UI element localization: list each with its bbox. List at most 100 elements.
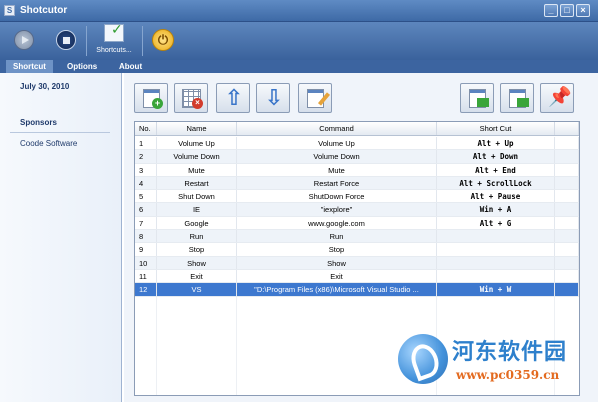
move-up-button[interactable]: ⇧ bbox=[216, 83, 250, 113]
close-button[interactable]: × bbox=[576, 4, 590, 17]
cell-no: 7 bbox=[135, 216, 157, 230]
table-row[interactable]: 8 Run Run bbox=[135, 230, 579, 244]
current-date: July 30, 2010 bbox=[20, 82, 70, 91]
maximize-button[interactable]: □ bbox=[560, 4, 574, 17]
stop-icon[interactable] bbox=[56, 30, 76, 50]
cell-shortcut bbox=[437, 243, 555, 256]
cell-no: 12 bbox=[135, 283, 157, 296]
cell-no: 5 bbox=[135, 190, 157, 203]
cell-empty bbox=[555, 283, 579, 296]
column-header-no[interactable]: No. bbox=[135, 122, 157, 135]
arrow-down-icon: ⇩ bbox=[264, 85, 284, 110]
table-row[interactable]: 3 Mute Mute Alt + End bbox=[135, 163, 579, 177]
pin-icon: 📌 bbox=[548, 87, 572, 108]
arrow-up-icon: ⇧ bbox=[224, 85, 244, 110]
cell-shortcut: Alt + ScrollLock bbox=[437, 176, 555, 190]
import-button[interactable] bbox=[500, 83, 534, 113]
delete-icon: × bbox=[192, 98, 203, 109]
add-icon: + bbox=[152, 98, 163, 109]
cell-empty bbox=[555, 190, 579, 203]
cell-shortcut bbox=[437, 230, 555, 243]
table-row[interactable]: 7 Google www.google.com Alt + G bbox=[135, 216, 579, 231]
sidebar: July 30, 2010 Sponsors Coode Software bbox=[0, 73, 122, 402]
minimize-button[interactable]: _ bbox=[544, 4, 558, 17]
cell-shortcut: Win + W bbox=[437, 283, 555, 296]
tab-bar: Shortcut Options About bbox=[0, 60, 598, 73]
pin-button[interactable]: 📌 bbox=[540, 83, 574, 113]
cell-command: Exit bbox=[237, 269, 437, 283]
tab-about[interactable]: About bbox=[112, 60, 149, 73]
cell-command: Volume Up bbox=[237, 137, 437, 150]
column-header-shortcut[interactable]: Short Cut bbox=[437, 122, 555, 135]
table-row[interactable]: 9 Stop Stop bbox=[135, 243, 579, 257]
tab-options[interactable]: Options bbox=[60, 60, 104, 73]
cell-shortcut: Alt + Up bbox=[437, 137, 555, 150]
shortcuts-icon bbox=[104, 21, 124, 42]
cell-no: 10 bbox=[135, 256, 157, 269]
cell-empty bbox=[555, 243, 579, 256]
cell-command: Run bbox=[237, 230, 437, 243]
cell-shortcut bbox=[437, 256, 555, 269]
app-icon: S bbox=[4, 5, 15, 16]
table-row[interactable]: 5 Shut Down ShutDown Force Alt + Pause bbox=[135, 190, 579, 204]
cell-name: Stop bbox=[157, 243, 237, 256]
cell-shortcut bbox=[437, 269, 555, 283]
cell-empty bbox=[555, 176, 579, 190]
cell-shortcut: Alt + Pause bbox=[437, 190, 555, 203]
cell-command: www.google.com bbox=[237, 216, 437, 230]
table-row[interactable]: 2 Volume Down Volume Down Alt + Down bbox=[135, 150, 579, 164]
table-row[interactable]: 11 Exit Exit bbox=[135, 269, 579, 284]
cell-name: Show bbox=[157, 256, 237, 269]
table-row[interactable]: 10 Show Show bbox=[135, 256, 579, 270]
shortcuts-button[interactable]: Shortcuts... bbox=[94, 21, 134, 58]
cell-command: "D:\Program Files (x86)\Microsoft Visual… bbox=[237, 283, 437, 296]
cell-no: 1 bbox=[135, 137, 157, 150]
table-row[interactable]: 1 Volume Up Volume Up Alt + Up bbox=[135, 137, 579, 151]
export-button[interactable] bbox=[460, 83, 494, 113]
column-header-command[interactable]: Command bbox=[237, 122, 437, 135]
cell-no: 8 bbox=[135, 230, 157, 243]
arrow-left-icon bbox=[517, 98, 529, 107]
cell-command: "iexplore" bbox=[237, 203, 437, 216]
cell-empty bbox=[555, 150, 579, 163]
cell-name: VS bbox=[157, 283, 237, 296]
column-header-name[interactable]: Name bbox=[157, 122, 237, 135]
cell-command: Stop bbox=[237, 243, 437, 256]
toolbar-divider bbox=[86, 26, 87, 56]
watermark-url: www.pc0359.cn bbox=[456, 368, 560, 382]
delete-shortcut-button[interactable]: × bbox=[174, 83, 208, 113]
cell-name: Volume Up bbox=[157, 137, 237, 150]
cell-empty bbox=[555, 137, 579, 150]
cell-no: 11 bbox=[135, 269, 157, 283]
cell-empty bbox=[555, 256, 579, 269]
sponsors-heading: Sponsors bbox=[20, 118, 57, 127]
edit-shortcut-button[interactable] bbox=[298, 83, 332, 113]
cell-command: Volume Down bbox=[237, 150, 437, 163]
cell-name: Run bbox=[157, 230, 237, 243]
cell-name: IE bbox=[157, 203, 237, 216]
sidebar-divider bbox=[10, 132, 110, 133]
power-icon[interactable]: ⏻ bbox=[152, 29, 174, 51]
column-header-empty bbox=[555, 122, 579, 135]
window-title: Shotcutor bbox=[20, 5, 68, 16]
table-row[interactable]: 4 Restart Restart Force Alt + ScrollLock bbox=[135, 176, 579, 191]
cell-name: Restart bbox=[157, 176, 237, 190]
cell-no: 9 bbox=[135, 243, 157, 256]
cell-empty bbox=[555, 163, 579, 176]
watermark: 河东软件园 www.pc0359.cn bbox=[398, 330, 594, 396]
cell-no: 2 bbox=[135, 150, 157, 163]
add-shortcut-button[interactable]: + bbox=[134, 83, 168, 113]
table-row[interactable]: 6 IE "iexplore" Win + A bbox=[135, 203, 579, 217]
table-row[interactable]: 12 VS "D:\Program Files (x86)\Microsoft Vi… bbox=[135, 283, 579, 297]
table-header: No. Name Command Short Cut bbox=[135, 122, 579, 136]
cell-name: Mute bbox=[157, 163, 237, 176]
title-bar: S Shotcutor _ □ × bbox=[0, 0, 598, 22]
toolbar: Shortcuts... ⏻ bbox=[0, 21, 598, 60]
shortcuts-label: Shortcuts... bbox=[96, 47, 132, 54]
tab-shortcut[interactable]: Shortcut bbox=[6, 60, 53, 73]
cell-name: Google bbox=[157, 216, 237, 230]
move-down-button[interactable]: ⇩ bbox=[256, 83, 290, 113]
sponsor-link[interactable]: Coode Software bbox=[20, 139, 77, 148]
arrow-right-icon bbox=[477, 98, 489, 107]
play-icon[interactable] bbox=[14, 30, 34, 50]
